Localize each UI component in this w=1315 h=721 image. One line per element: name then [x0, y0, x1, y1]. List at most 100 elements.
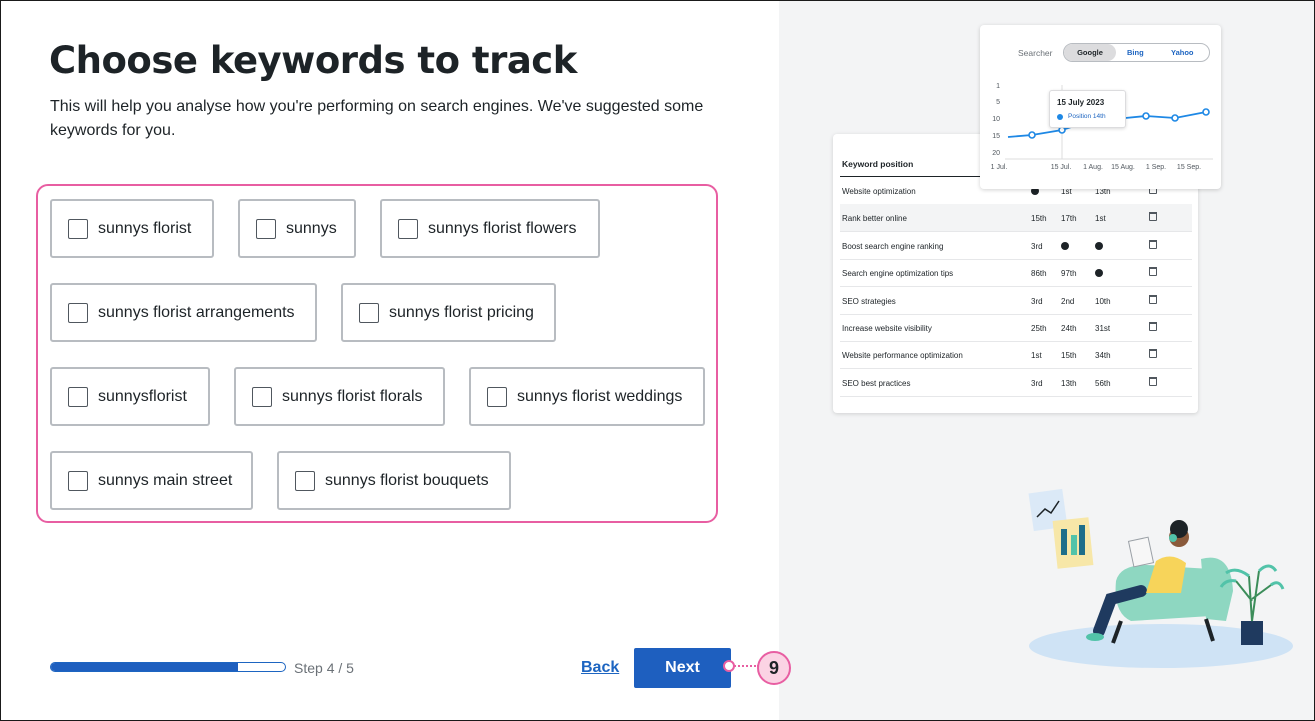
rank-cell: 3rd	[1031, 241, 1043, 251]
trash-icon	[1149, 267, 1157, 278]
keyword-checkbox[interactable]	[68, 302, 88, 323]
keyword-chip[interactable]: sunnys florist weddings	[469, 367, 705, 426]
trash-icon	[1149, 212, 1157, 223]
x-tick-label: 1 Aug.	[1083, 164, 1103, 171]
tooltip-series-dot	[1057, 114, 1063, 120]
chart-tooltip: 15 July 2023 Position 14th	[1049, 90, 1126, 128]
keyword-cell: Increase website visibility	[842, 324, 932, 333]
keyword-cell: Search engine optimization tips	[842, 269, 954, 279]
app-frame: Choose keywords to track This will help …	[0, 0, 1315, 721]
series-point	[1202, 108, 1210, 116]
keyword-label: sunnys florist flowers	[428, 219, 577, 237]
x-tick-label: 15 Jul.	[1051, 164, 1072, 171]
y-tick-label: 20	[992, 150, 1000, 157]
next-button[interactable]: Next	[634, 648, 731, 688]
clock-icon	[1061, 241, 1069, 252]
x-tick-label: 15 Aug.	[1111, 164, 1135, 171]
keyword-cell: Website performance optimization	[842, 351, 963, 361]
main-panel: Choose keywords to track This will help …	[1, 1, 779, 720]
rank-cell: 97th	[1061, 269, 1077, 279]
keyword-cell: SEO best practices	[842, 378, 911, 388]
keyword-checkbox[interactable]	[68, 218, 88, 239]
callout-badge: 9	[757, 651, 791, 685]
x-tick-label: 1 Sep.	[1146, 164, 1166, 171]
keyword-checkbox[interactable]	[68, 386, 88, 407]
keyword-chip[interactable]: sunnys florist	[50, 199, 214, 258]
keyword-label: sunnys	[286, 219, 337, 237]
keyword-checkbox[interactable]	[68, 470, 88, 491]
clock-icon	[1095, 241, 1103, 252]
table-row: SEO strategies 3rd 2nd 10th	[840, 287, 1192, 315]
table-row: Website performance optimization 1st 15th 3…	[840, 341, 1192, 370]
keyword-cell: Boost search engine ranking	[842, 241, 944, 251]
rank-cell: 17th	[1061, 214, 1077, 224]
callout-anchor-dot	[723, 660, 735, 672]
keyword-label: sunnys florist weddings	[517, 387, 683, 405]
rank-cell: 25th	[1031, 324, 1047, 333]
step-indicator: Step 4 / 5	[294, 660, 354, 676]
keyword-chip[interactable]: sunnys florist pricing	[341, 283, 556, 342]
y-tick-label: 10	[992, 116, 1000, 123]
rank-cell: 1st	[1031, 351, 1042, 361]
table-header: Keyword position	[842, 159, 914, 169]
table-row: Boost search engine ranking 3rd	[840, 232, 1192, 260]
keyword-checkbox[interactable]	[252, 386, 272, 407]
keyword-cell: Rank better online	[842, 214, 907, 224]
keyword-checkbox[interactable]	[359, 302, 379, 323]
keyword-label: sunnys florist bouquets	[325, 471, 489, 489]
person-on-couch-illustration	[1028, 488, 1293, 668]
rank-cell: 1st	[1095, 214, 1106, 224]
y-tick-label: 1	[996, 83, 1000, 90]
trash-icon	[1149, 239, 1157, 251]
keyword-label: sunnys florist	[98, 219, 192, 237]
keyword-label: sunnys florist pricing	[389, 303, 534, 321]
progress-bar	[50, 662, 286, 672]
y-tick-label: 15	[992, 133, 1000, 140]
rank-cell: 15th	[1031, 214, 1047, 224]
keyword-label: sunnys main street	[98, 471, 233, 489]
rank-cell: 13th	[1061, 378, 1077, 388]
series-point	[1171, 114, 1179, 122]
callout-connector	[731, 665, 759, 667]
keyword-checkbox[interactable]	[487, 386, 507, 407]
y-tick-label: 5	[996, 99, 1000, 106]
keyword-label: sunnys florist arrangements	[98, 303, 295, 321]
rank-cell: 24th	[1061, 324, 1077, 333]
clock-icon	[1095, 269, 1103, 279]
keyword-chip[interactable]: sunnys	[238, 199, 356, 258]
series-point	[1028, 131, 1036, 139]
table-row: Rank better online 15th 17th 1st	[840, 204, 1192, 233]
rank-cell: 15th	[1061, 351, 1077, 361]
keyword-chip[interactable]: sunnys florist arrangements	[50, 283, 317, 342]
trash-icon	[1149, 294, 1157, 306]
rank-cell: 3rd	[1031, 296, 1043, 306]
keyword-checkbox[interactable]	[256, 218, 276, 239]
table-row: Search engine optimization tips 86th 97th	[840, 259, 1192, 288]
table-row: Increase website visibility 25th 24th 31st	[840, 314, 1192, 342]
keyword-chip[interactable]: sunnys florist flowers	[380, 199, 600, 258]
page-subtitle: This will help you analyse how you're pe…	[50, 98, 704, 139]
rank-cell: 10th	[1095, 296, 1111, 306]
trash-icon	[1149, 322, 1157, 333]
keyword-cell: SEO strategies	[842, 296, 896, 306]
x-tick-label: 15 Sep.	[1177, 164, 1201, 171]
rank-cell: 56th	[1095, 378, 1111, 388]
rank-cell: 34th	[1095, 351, 1111, 361]
trash-icon	[1149, 349, 1157, 360]
back-link[interactable]: Back	[581, 659, 619, 677]
keyword-chip[interactable]: sunnys florist florals	[234, 367, 445, 426]
keyword-label: sunnys florist florals	[282, 387, 423, 405]
series-point	[1142, 112, 1150, 120]
rank-cell: 3rd	[1031, 378, 1043, 388]
keyword-chip[interactable]: sunnys florist bouquets	[277, 451, 511, 510]
trash-icon	[1149, 376, 1157, 388]
keyword-checkbox[interactable]	[295, 470, 315, 491]
rank-cell: 86th	[1031, 269, 1047, 279]
keyword-chip[interactable]: sunnysflorist	[50, 367, 210, 426]
progress-fill	[51, 663, 239, 671]
keyword-cell: Website optimization	[842, 187, 916, 196]
tooltip-position: Position 14th	[1068, 113, 1106, 120]
keyword-chip[interactable]: sunnys main street	[50, 451, 253, 510]
keyword-checkbox[interactable]	[398, 218, 418, 239]
rank-cell: 31st	[1095, 324, 1111, 333]
